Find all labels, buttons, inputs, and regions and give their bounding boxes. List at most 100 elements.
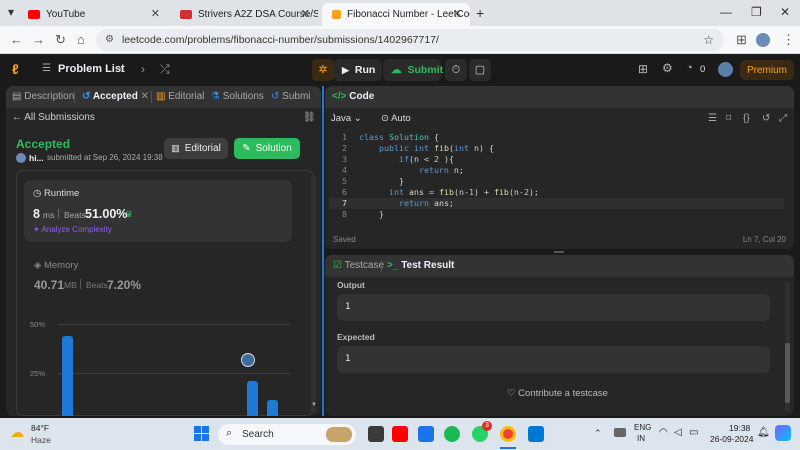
scroll-down-icon[interactable]: ▼ <box>311 402 317 410</box>
format-icon[interactable]: ☰ <box>708 113 717 124</box>
tray-app-icon[interactable] <box>614 428 626 437</box>
code-line-current: 7 return ans; <box>329 198 784 209</box>
clock-date[interactable]: 26-09-2024 <box>710 434 753 444</box>
vscode-icon[interactable] <box>528 426 544 442</box>
bookmark-star-icon[interactable]: ☆ <box>703 33 714 47</box>
result-panel: ☑ Testcase >_ Test Result Output 1 Expec… <box>325 255 794 416</box>
submission-panel: ▤ Description ↺ Accepted ✕ ▥ Editorial ⚗… <box>6 86 321 416</box>
extensions-icon[interactable]: ⊞ <box>736 32 747 48</box>
address-bar-row: ← → ↻ ⌂ ⚙ leetcode.com/problems/fibonacc… <box>0 26 800 54</box>
taskbar-search[interactable]: ⌕ Search <box>218 424 356 445</box>
battery-icon[interactable]: ▭ <box>689 427 698 438</box>
tab-youtube[interactable]: YouTube ✕ <box>18 3 168 26</box>
divider <box>381 260 382 272</box>
window-close-icon[interactable]: ✕ <box>780 5 790 19</box>
code-brackets-icon: </> <box>332 91 347 102</box>
debug-icon[interactable]: ✲ <box>312 59 334 81</box>
list-icon: ☰ <box>42 63 51 74</box>
fire-icon[interactable]: ◔ <box>686 62 693 74</box>
settings-gear-icon[interactable]: ⚙ <box>662 61 673 75</box>
cloud-upload-icon: ☁ <box>391 64 402 76</box>
random-problem-icon[interactable]: ⤮ <box>160 62 170 77</box>
close-icon[interactable]: ✕ <box>151 7 160 20</box>
tab-leetcode[interactable]: Fibonacci Number - LeetCode ✕ <box>322 3 470 26</box>
search-highlight-icon <box>326 427 352 442</box>
reset-icon[interactable]: ↺ <box>762 113 770 124</box>
panel-splitter[interactable] <box>322 86 324 416</box>
weather-temp[interactable]: 84°F <box>31 423 49 433</box>
home-icon[interactable]: ⌂ <box>77 32 85 47</box>
back-icon[interactable]: ← <box>10 32 23 47</box>
forward-icon[interactable]: → <box>32 32 45 47</box>
distribution-chart: 50% 25% <box>6 86 321 416</box>
reload-icon[interactable]: ↻ <box>55 32 66 48</box>
mode-auto[interactable]: ⊙ Auto <box>381 113 411 124</box>
result-tabs: ☑ Testcase >_ Test Result <box>325 255 794 277</box>
resize-handle[interactable] <box>554 251 564 253</box>
scrollbar-thumb[interactable] <box>785 343 790 403</box>
timer-icon[interactable]: ⏱ <box>445 59 467 81</box>
maximize-icon[interactable]: ❐ <box>751 5 762 19</box>
site-info-icon[interactable]: ⚙ <box>105 34 114 45</box>
your-submission-avatar[interactable] <box>241 353 255 367</box>
minimize-icon[interactable]: — <box>720 5 732 19</box>
start-windows-icon[interactable] <box>194 426 210 442</box>
cursor-position: Ln 7, Col 20 <box>742 235 786 244</box>
tab-list-icon[interactable]: ▾ <box>8 5 14 19</box>
problem-list-link[interactable]: Problem List <box>58 63 125 75</box>
apps-grid-icon[interactable]: ⊞ <box>638 62 648 76</box>
chart-bar[interactable] <box>267 400 278 416</box>
wifi-icon[interactable]: ◠ <box>659 427 668 438</box>
speaker-icon[interactable]: ◁ <box>674 427 682 438</box>
gridline <box>58 324 291 325</box>
output-value: 1 <box>345 302 351 312</box>
clock-time[interactable]: 19:38 <box>729 423 750 433</box>
url-field[interactable]: ⚙ leetcode.com/problems/fibonacci-number… <box>96 29 724 51</box>
youtube-app-icon[interactable] <box>392 426 408 442</box>
weather-desc[interactable]: Haze <box>31 435 51 445</box>
user-avatar[interactable] <box>718 62 733 77</box>
lang-eng[interactable]: ENG <box>634 423 651 432</box>
scrollbar-track[interactable]: ▼ <box>311 176 317 412</box>
spotify-icon[interactable] <box>444 426 460 442</box>
weather-icon[interactable]: ☁ <box>10 424 24 441</box>
tray-chevron-icon[interactable]: ⌃ <box>594 428 602 439</box>
terminal-icon: >_ <box>387 260 399 271</box>
braces-icon[interactable]: {} <box>743 113 750 124</box>
language-select[interactable]: Java ⌄ <box>331 113 362 124</box>
fullscreen-icon[interactable]: ⤢ <box>779 113 787 124</box>
contribute-testcase-link[interactable]: ♡ Contribute a testcase <box>507 388 608 399</box>
next-problem-icon[interactable]: › <box>141 62 145 76</box>
chrome-icon[interactable] <box>500 426 516 442</box>
taskbar: ☁ 84°F Haze ⌕ Search 3 ⌃ ENG IN ◠ ◁ ▭ 19… <box>0 418 800 450</box>
saved-status: Saved <box>333 235 356 244</box>
active-indicator <box>500 447 516 449</box>
new-tab-button[interactable]: + <box>476 5 484 21</box>
run-button[interactable]: ▶ Run <box>334 59 382 81</box>
chart-bar[interactable] <box>62 335 73 416</box>
tab-test-result[interactable]: >_ Test Result <box>387 260 454 271</box>
tab-testcase[interactable]: ☑ Testcase <box>333 260 384 271</box>
prev-problem-icon[interactable]: ‹ <box>119 62 123 76</box>
tab-title: YouTube <box>46 9 86 20</box>
heart-icon: ♡ <box>507 388 516 399</box>
leetcode-logo-icon[interactable]: ℓ <box>12 61 19 77</box>
scrollbar-track[interactable] <box>785 283 790 411</box>
close-icon[interactable]: ✕ <box>453 7 462 20</box>
menu-icon[interactable]: ⋮ <box>782 32 795 48</box>
lang-region[interactable]: IN <box>637 434 645 443</box>
chart-bar-current[interactable] <box>246 380 258 416</box>
expected-label: Expected <box>337 332 375 342</box>
close-icon[interactable]: ✕ <box>301 7 310 20</box>
copilot-icon[interactable] <box>775 425 791 441</box>
task-view-icon[interactable] <box>368 426 384 442</box>
tab-striver[interactable]: Strivers A2Z DSA Course/Sheet ✕ <box>170 3 318 26</box>
premium-button[interactable]: Premium <box>740 60 794 80</box>
submit-button[interactable]: ☁ Submit <box>383 59 443 81</box>
profile-avatar[interactable] <box>756 33 770 47</box>
mail-icon[interactable] <box>418 426 434 442</box>
code-editor[interactable]: 1 class Solution { 2 public int fib(int n… <box>329 132 789 224</box>
notification-bell-icon[interactable]: 🔔︎ <box>757 427 770 438</box>
bookmark-icon[interactable]: ⌑ <box>726 113 731 124</box>
note-icon[interactable]: ▢ <box>469 59 491 81</box>
